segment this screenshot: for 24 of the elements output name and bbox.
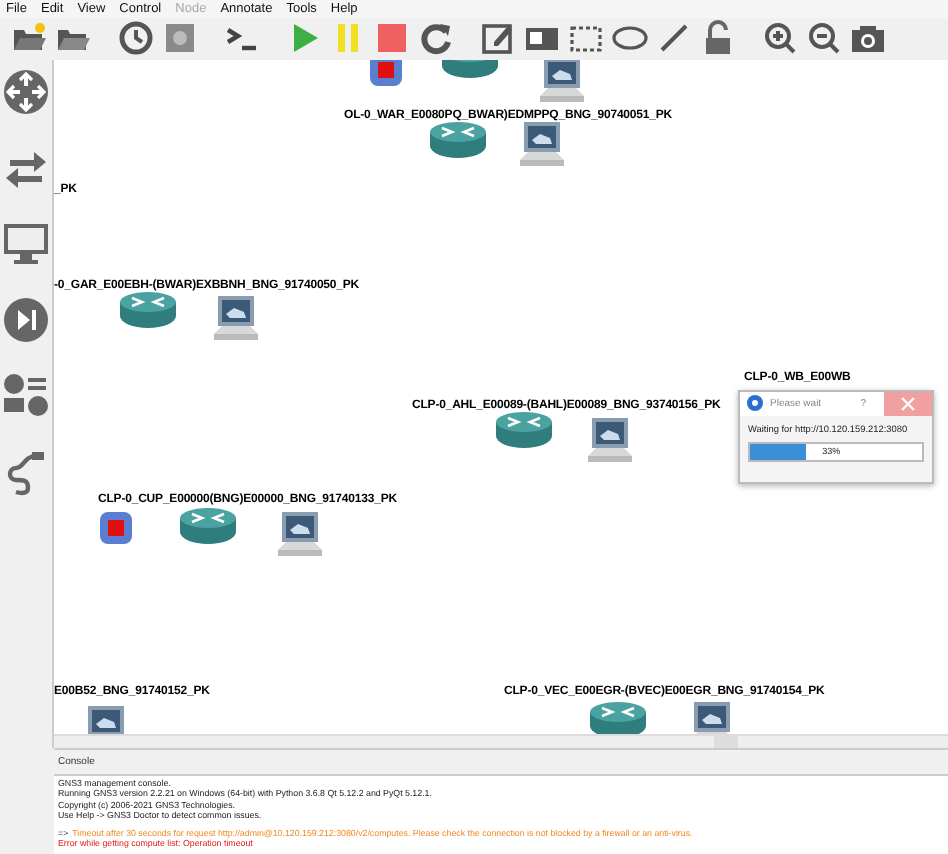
camera-icon[interactable] [850,20,886,57]
computer-icon[interactable] [208,293,264,346]
skip-forward-icon[interactable] [2,295,50,344]
cable-icon[interactable] [2,447,50,496]
all-devices-icon[interactable] [2,371,50,420]
computer-icon[interactable] [582,415,638,468]
stopped-device-icon[interactable] [98,509,134,546]
computer-icon[interactable] [514,119,570,172]
clock-icon[interactable] [118,20,154,57]
app-icon [746,394,764,413]
note-icon[interactable] [480,20,516,57]
monitor-icon[interactable] [2,219,50,268]
line-icon[interactable] [656,20,692,57]
zoom-out-icon[interactable] [806,20,842,57]
unlock-icon[interactable] [700,20,736,57]
reload-icon[interactable] [418,20,454,57]
stopped-device-icon[interactable] [368,59,404,88]
rectangle-icon[interactable] [568,20,604,57]
computer-icon[interactable] [272,509,328,562]
zoom-in-icon[interactable] [762,20,798,57]
computer-icon[interactable] [534,59,590,108]
horizontal-scrollbar[interactable] [54,734,948,749]
stop-icon[interactable] [374,20,410,57]
topology-canvas[interactable] [54,59,948,735]
